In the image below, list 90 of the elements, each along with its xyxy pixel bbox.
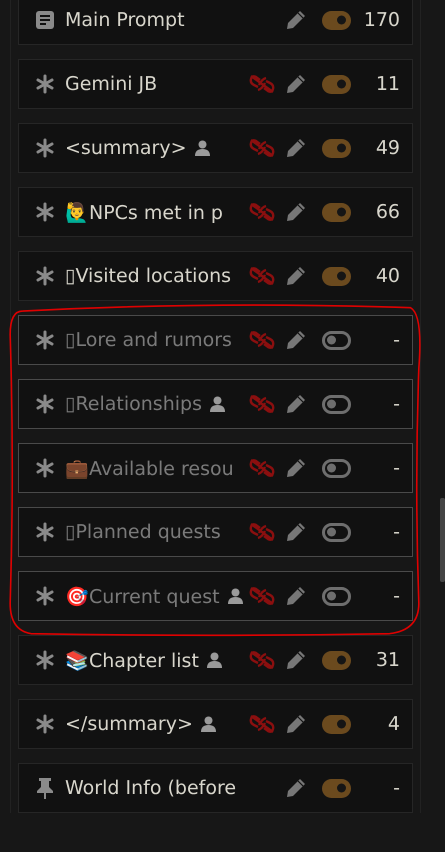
pencil-icon[interactable]	[286, 74, 306, 94]
asterisk-icon	[35, 202, 55, 222]
toggle-switch[interactable]	[322, 330, 351, 350]
token-count: 11	[374, 73, 400, 95]
prompt-name: 🎯Current quest	[65, 584, 220, 608]
prompt-name: 🙋‍♂NPCs met in p	[65, 200, 223, 224]
unlink-icon[interactable]	[249, 714, 275, 734]
asterisk-icon	[35, 138, 55, 158]
prompt-row[interactable]: ▯Planned quests -	[18, 507, 413, 557]
prompt-name: ▯Visited locations	[65, 265, 232, 287]
pin-icon	[35, 777, 55, 799]
toggle-switch[interactable]	[322, 74, 351, 94]
pencil-icon[interactable]	[286, 778, 306, 798]
pencil-icon[interactable]	[286, 330, 306, 350]
unlink-icon[interactable]	[249, 266, 275, 286]
prompt-row[interactable]: Gemini JB 11	[18, 59, 413, 109]
unlink-icon[interactable]	[249, 522, 275, 542]
prompt-row[interactable]: 📚Chapter list 31	[18, 635, 413, 685]
prompt-name: </summary>	[65, 713, 193, 735]
prompt-name: ▯Planned quests	[65, 521, 221, 543]
token-count: -	[392, 585, 400, 607]
token-count: 31	[374, 649, 400, 671]
prompt-name: ▯Relationships	[65, 393, 202, 415]
unlink-icon[interactable]	[249, 74, 275, 94]
token-count: -	[392, 521, 400, 543]
prompt-row[interactable]: 🙋‍♂NPCs met in p 66	[18, 187, 413, 237]
pencil-icon[interactable]	[286, 522, 306, 542]
prompt-row[interactable]: 🎯Current quest -	[18, 571, 413, 621]
token-count: -	[392, 777, 400, 799]
pencil-icon[interactable]	[286, 202, 306, 222]
toggle-switch[interactable]	[322, 650, 351, 670]
toggle-switch[interactable]	[322, 522, 351, 542]
asterisk-icon	[35, 714, 55, 734]
pencil-icon[interactable]	[286, 714, 306, 734]
asterisk-icon	[35, 330, 55, 350]
token-count: -	[392, 457, 400, 479]
toggle-switch[interactable]	[322, 714, 351, 734]
token-count: -	[392, 393, 400, 415]
prompt-name: 💼Available resou	[65, 456, 234, 480]
pencil-icon[interactable]	[286, 138, 306, 158]
pencil-icon[interactable]	[286, 10, 306, 30]
toggle-switch[interactable]	[322, 10, 351, 30]
prompt-name: ▯Lore and rumors	[65, 329, 232, 351]
token-count: -	[392, 329, 400, 351]
prompt-name: 📚Chapter list	[65, 648, 199, 672]
prompt-name: Main Prompt	[65, 9, 185, 31]
unlink-icon[interactable]	[249, 650, 275, 670]
unlink-icon[interactable]	[249, 202, 275, 222]
toggle-switch[interactable]	[322, 202, 351, 222]
scrollbar[interactable]	[440, 498, 445, 582]
prompt-name: Gemini JB	[65, 73, 158, 95]
prompt-row[interactable]: ▯Lore and rumors -	[18, 315, 413, 365]
pencil-icon[interactable]	[286, 586, 306, 606]
token-count: 66	[374, 201, 400, 223]
toggle-switch[interactable]	[322, 458, 351, 478]
token-count: 40	[374, 265, 400, 287]
toggle-switch[interactable]	[322, 394, 351, 414]
pencil-icon[interactable]	[286, 458, 306, 478]
prompt-row[interactable]: 💼Available resou -	[18, 443, 413, 493]
asterisk-icon	[35, 458, 55, 478]
document-icon	[35, 10, 55, 30]
toggle-switch[interactable]	[322, 586, 351, 606]
unlink-icon[interactable]	[249, 586, 275, 606]
pencil-icon[interactable]	[286, 394, 306, 414]
toggle-switch[interactable]	[322, 778, 351, 798]
prompt-row[interactable]: Main Prompt 170	[18, 0, 413, 45]
unlink-icon[interactable]	[249, 394, 275, 414]
asterisk-icon	[35, 586, 55, 606]
prompt-row[interactable]: World Info (before -	[18, 763, 413, 813]
asterisk-icon	[35, 394, 55, 414]
prompt-row[interactable]: ▯Relationships -	[18, 379, 413, 429]
token-count: 49	[374, 137, 400, 159]
prompt-row[interactable]: <summary> 49	[18, 123, 413, 173]
toggle-switch[interactable]	[322, 138, 351, 158]
asterisk-icon	[35, 650, 55, 670]
token-count: 170	[362, 9, 400, 31]
asterisk-icon	[35, 266, 55, 286]
unlink-icon[interactable]	[249, 138, 275, 158]
pencil-icon[interactable]	[286, 266, 306, 286]
token-count: 4	[386, 713, 400, 735]
pencil-icon[interactable]	[286, 650, 306, 670]
prompt-name: World Info (before	[65, 777, 236, 799]
unlink-icon[interactable]	[249, 458, 275, 478]
prompt-row[interactable]: </summary> 4	[18, 699, 413, 749]
asterisk-icon	[35, 522, 55, 542]
unlink-icon[interactable]	[249, 330, 275, 350]
prompt-name: <summary>	[65, 137, 186, 159]
toggle-switch[interactable]	[322, 266, 351, 286]
asterisk-icon	[35, 74, 55, 94]
prompt-row[interactable]: ▯Visited locations 40	[18, 251, 413, 301]
